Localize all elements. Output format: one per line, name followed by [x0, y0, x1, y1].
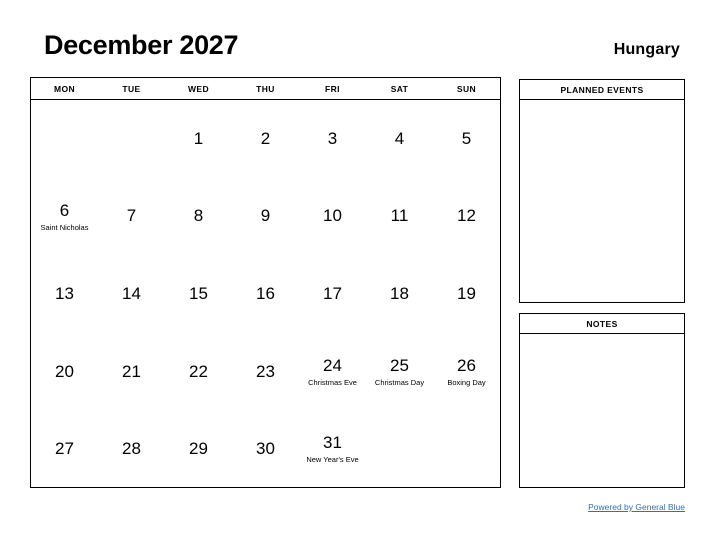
day-number: 3 [327, 128, 338, 148]
day-cell-empty [31, 100, 98, 178]
day-number: 10 [323, 206, 342, 226]
planned-events-body[interactable] [520, 100, 684, 302]
powered-by-link[interactable]: Powered by General Blue [588, 502, 685, 512]
day-cell[interactable]: 8 [165, 178, 232, 256]
calendar-grid: MON TUE WED THU FRI SAT SUN 1 2 3 4 5 6 Saint Nichol… [30, 77, 501, 488]
weekday-header-sun: SUN [456, 83, 477, 94]
day-cell[interactable]: 29 [165, 410, 232, 488]
day-cell[interactable]: 9 [232, 178, 299, 256]
day-number: 26 [457, 355, 476, 375]
day-number: 9 [260, 206, 271, 226]
notes-title: NOTES [520, 314, 684, 334]
day-number: 23 [256, 361, 275, 381]
day-cell[interactable]: 10 [299, 178, 366, 256]
day-event-label: Christmas Day [374, 377, 425, 387]
notes-body[interactable] [520, 334, 684, 487]
day-number: 5 [461, 128, 472, 148]
notes-panel: NOTES [519, 313, 685, 488]
day-number: 28 [122, 439, 141, 459]
day-cell[interactable]: 12 [433, 178, 500, 256]
calendar-week-row: 1 2 3 4 5 [31, 100, 500, 178]
weekday-header-thu: THU [256, 83, 275, 94]
day-event-label: New Year's Eve [306, 455, 359, 465]
day-number: 21 [122, 361, 141, 381]
day-cell[interactable]: 7 [98, 178, 165, 256]
day-number: 22 [189, 361, 208, 381]
country-title: Hungary [613, 41, 680, 58]
day-number: 15 [189, 283, 208, 303]
day-number: 27 [55, 439, 74, 459]
day-number: 8 [193, 206, 204, 226]
day-number: 4 [394, 128, 405, 148]
calendar-weeks: 1 2 3 4 5 6 Saint Nicholas 7 8 9 10 11 12 13 14 15 16 17 1… [31, 100, 500, 488]
day-event-label: Christmas Eve [308, 377, 357, 387]
day-number: 24 [323, 355, 342, 375]
day-number: 19 [457, 283, 476, 303]
day-cell-empty [98, 100, 165, 178]
day-cell[interactable]: 5 [433, 100, 500, 178]
day-cell-empty [433, 410, 500, 488]
day-number: 2 [260, 128, 271, 148]
day-number: 18 [390, 283, 409, 303]
day-number: 31 [323, 433, 342, 453]
day-number: 20 [55, 361, 74, 381]
day-cell[interactable]: 24 Christmas Eve [299, 333, 366, 411]
day-number: 30 [256, 439, 275, 459]
weekday-header-fri: FRI [325, 83, 340, 94]
day-cell[interactable]: 21 [98, 333, 165, 411]
calendar-week-row: 27 28 29 30 31 New Year's Eve [31, 410, 500, 488]
day-number: 1 [193, 128, 204, 148]
day-cell[interactable]: 11 [366, 178, 433, 256]
day-cell[interactable]: 17 [299, 255, 366, 333]
planned-events-panel: PLANNED EVENTS [519, 79, 685, 303]
day-cell[interactable]: 15 [165, 255, 232, 333]
day-number: 25 [390, 355, 409, 375]
weekday-header-row: MON TUE WED THU FRI SAT SUN [31, 78, 500, 100]
day-number: 6 [59, 200, 70, 220]
page-title: December 2027 [44, 30, 239, 60]
day-cell[interactable]: 18 [366, 255, 433, 333]
day-cell[interactable]: 27 [31, 410, 98, 488]
day-cell[interactable]: 19 [433, 255, 500, 333]
day-cell[interactable]: 26 Boxing Day [433, 333, 500, 411]
day-number: 13 [55, 283, 74, 303]
calendar-week-row: 20 21 22 23 24 Christmas Eve 25 Christmas Day 26… [31, 333, 500, 411]
page-header: December 2027 Hungary [0, 30, 712, 66]
day-number: 29 [189, 439, 208, 459]
calendar-week-row: 13 14 15 16 17 18 19 [31, 255, 500, 333]
day-cell[interactable]: 2 [232, 100, 299, 178]
calendar-week-row: 6 Saint Nicholas 7 8 9 10 11 12 [31, 178, 500, 256]
weekday-header-mon: MON [53, 83, 76, 94]
day-number: 16 [256, 283, 275, 303]
day-cell[interactable]: 4 [366, 100, 433, 178]
day-cell[interactable]: 6 Saint Nicholas [31, 178, 98, 256]
day-cell[interactable]: 3 [299, 100, 366, 178]
day-cell[interactable]: 28 [98, 410, 165, 488]
day-cell[interactable]: 14 [98, 255, 165, 333]
day-number: 12 [457, 206, 476, 226]
day-cell[interactable]: 30 [232, 410, 299, 488]
day-cell[interactable]: 22 [165, 333, 232, 411]
day-cell[interactable]: 16 [232, 255, 299, 333]
day-cell-empty [366, 410, 433, 488]
day-event-label: Saint Nicholas [40, 222, 89, 232]
day-cell[interactable]: 20 [31, 333, 98, 411]
day-number: 17 [323, 283, 342, 303]
weekday-header-sat: SAT [390, 83, 409, 94]
day-cell[interactable]: 1 [165, 100, 232, 178]
weekday-header-wed: WED [187, 83, 210, 94]
planned-events-title: PLANNED EVENTS [520, 80, 684, 100]
day-number: 14 [122, 283, 141, 303]
day-number: 7 [126, 206, 137, 226]
day-cell[interactable]: 23 [232, 333, 299, 411]
day-number: 11 [390, 206, 409, 226]
day-cell[interactable]: 31 New Year's Eve [299, 410, 366, 488]
day-cell[interactable]: 13 [31, 255, 98, 333]
weekday-header-tue: TUE [122, 83, 141, 94]
day-cell[interactable]: 25 Christmas Day [366, 333, 433, 411]
footer: Powered by General Blue [519, 497, 685, 515]
day-event-label: Boxing Day [447, 377, 486, 387]
